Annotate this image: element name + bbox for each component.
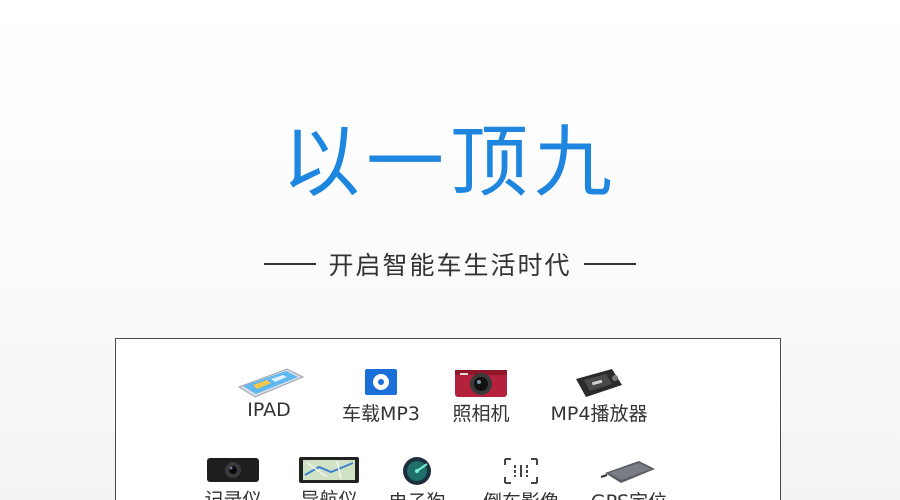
reverse-camera-icon (504, 458, 538, 484)
headline: 以一顶九 (281, 118, 618, 208)
device-camera: 照相机 (416, 365, 546, 426)
camera-icon (455, 370, 507, 397)
device-label: GPS定位 (564, 487, 694, 500)
device-mp4: MP4播放器 (534, 365, 664, 426)
mp3-player-icon (365, 369, 397, 395)
right-rule (583, 263, 636, 265)
gps-tracker-icon (600, 461, 655, 483)
left-rule (264, 263, 317, 265)
device-label: 照相机 (452, 403, 510, 425)
subtitle: 开启智能车生活时代 (328, 251, 572, 280)
mp4-player-icon (576, 369, 622, 397)
device-panel: IPAD 车载MP3 照相机 MP4播放器 记录仪 导航仪 (115, 338, 781, 500)
subtitle-row: 开启智能车生活时代 (0, 246, 900, 282)
radar-detector-icon (403, 457, 431, 485)
device-ipad: IPAD (204, 365, 334, 421)
device-gps-tracker: GPS定位 (564, 455, 694, 500)
device-label: IPAD (247, 399, 291, 421)
dashcam-icon (207, 458, 259, 482)
device-label: MP4播放器 (550, 403, 648, 425)
tablet-icon (237, 368, 305, 398)
